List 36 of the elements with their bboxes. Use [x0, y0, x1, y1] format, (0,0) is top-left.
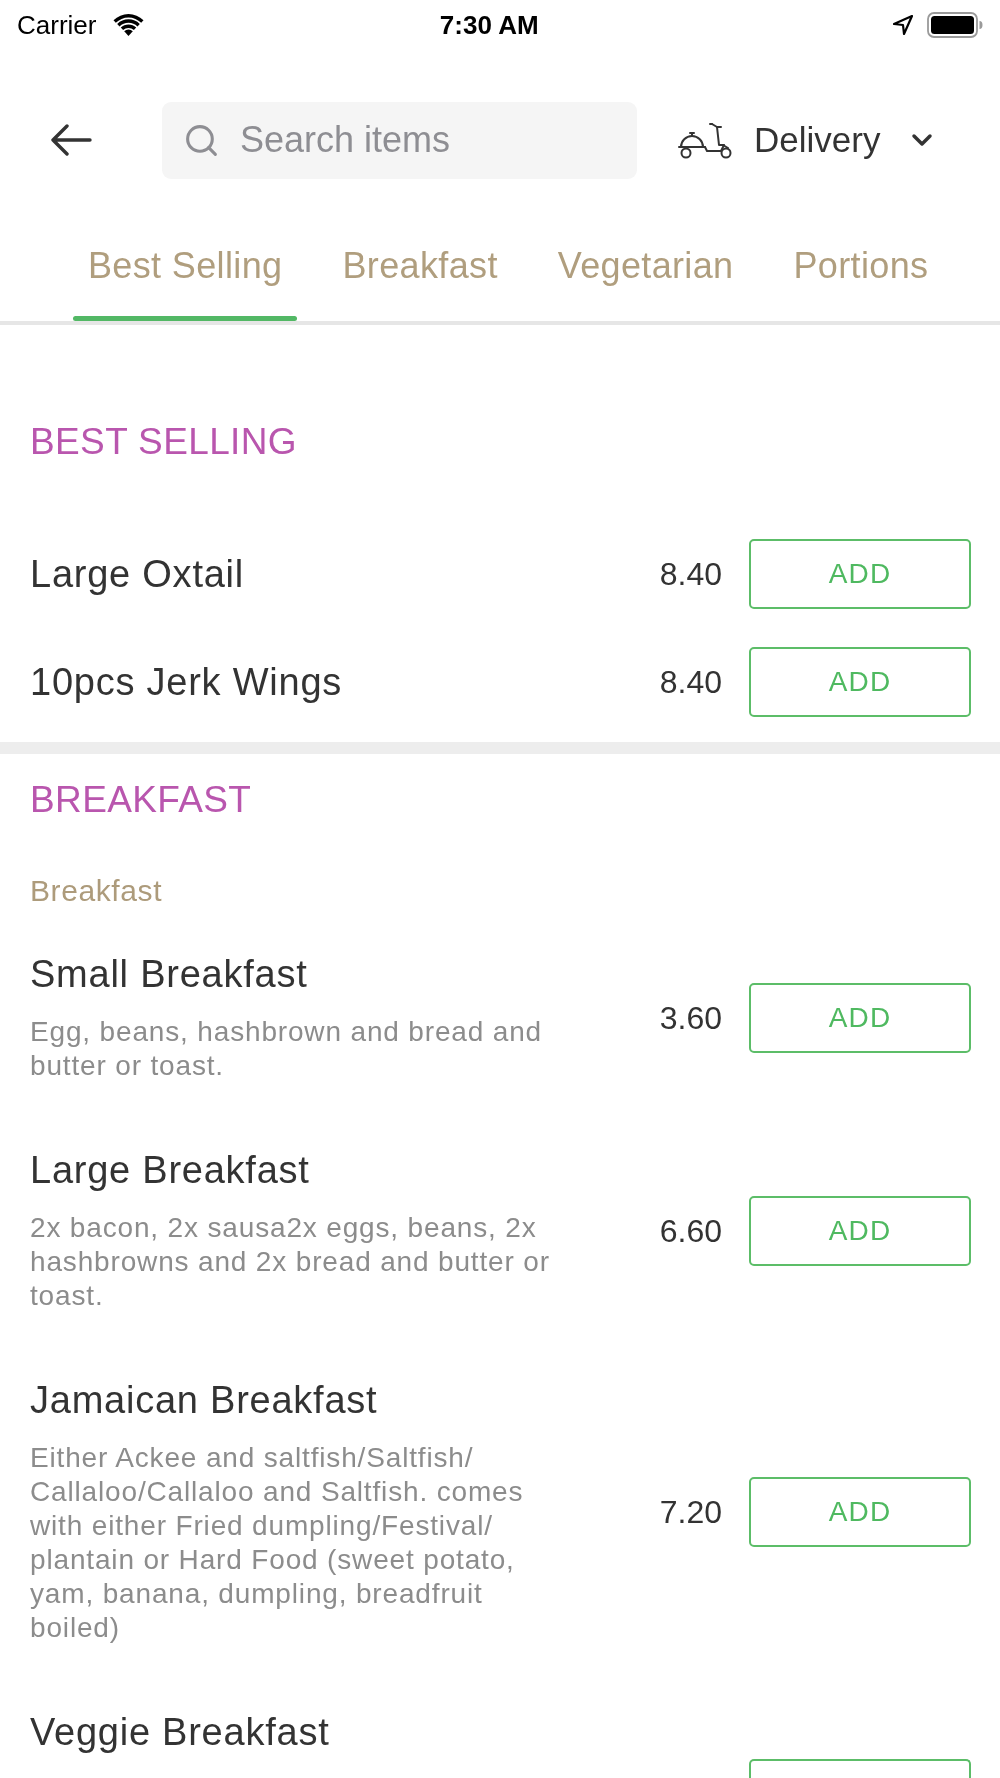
item-name: Small Breakfast	[30, 953, 308, 995]
add-button[interactable]: ADD	[749, 1477, 971, 1547]
add-button[interactable]: ADD	[749, 983, 971, 1053]
back-arrow-icon	[50, 124, 92, 156]
item-description: 2x bacon, 2x sausa2x eggs, beans, 2x hashbrowns and 2x bread and butter or toast.	[30, 1211, 551, 1313]
item-description: Either Ackee and saltfish/Saltfish/ Callaloo/Callaloo and Saltfish. comes with either Fried dumpling/Festival/ plantain or Hard Food (sweet potato, yam, banana, dumpling, breadfruit boiled)	[30, 1441, 525, 1645]
item-name: Veggie Breakfast	[30, 1711, 330, 1753]
category-tab[interactable]: Best Selling	[73, 230, 298, 321]
status-time: 7:30 AM	[439, 10, 539, 40]
item-name: Jamaican Breakfast	[30, 1379, 378, 1421]
item-price: 3.60	[659, 1000, 722, 1036]
battery-icon	[927, 12, 983, 38]
item-price: 7.20	[659, 1494, 722, 1530]
item-name: 10pcs Jerk Wings	[30, 661, 343, 703]
item-price: 8.40	[659, 556, 722, 592]
carrier-label: Carrier	[17, 10, 97, 40]
category-tab[interactable]: Vegetarian	[542, 230, 749, 321]
add-button[interactable]: ADD	[749, 1196, 971, 1266]
category-tab[interactable]: Breakfast	[327, 230, 513, 321]
add-button[interactable]: ADD	[749, 539, 971, 609]
category-tab[interactable]: Portions	[778, 230, 944, 321]
delivery-dropdown[interactable]: Delivery	[677, 120, 939, 160]
item-price: 8.40	[659, 664, 722, 700]
add-button[interactable]: ADD	[749, 647, 971, 717]
category-label: Breakfast	[30, 874, 163, 908]
scooter-icon	[677, 121, 733, 159]
wifi-icon	[112, 13, 146, 37]
item-description: Egg, beans, hashbrown and bread and butter or toast.	[30, 1015, 543, 1083]
search-field[interactable]: Search items	[162, 101, 637, 179]
back-button[interactable]	[50, 124, 92, 156]
section-heading: BEST SELLING	[30, 420, 297, 464]
location-arrow-icon	[893, 15, 913, 35]
item-name: Large Oxtail	[30, 553, 244, 595]
item-name: Large Breakfast	[30, 1149, 310, 1191]
item-price: 6.60	[659, 1213, 722, 1249]
section-heading: BREAKFAST	[30, 778, 252, 822]
